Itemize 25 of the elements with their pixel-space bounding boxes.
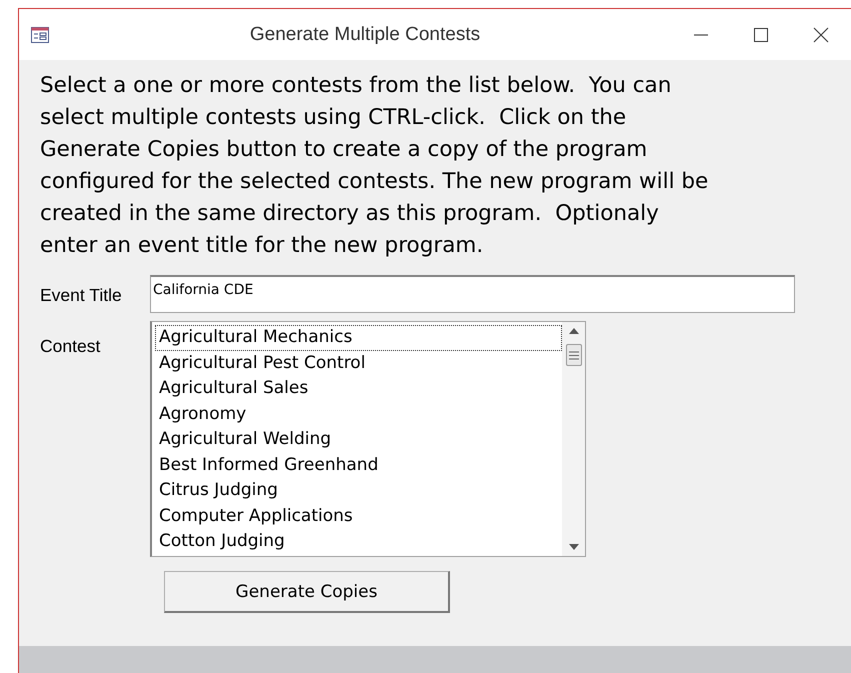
form-icon [31,26,49,42]
window-title: Generate Multiple Contests [248,24,482,46]
list-item[interactable]: Agricultural Welding [155,427,562,452]
event-title-field[interactable]: California CDE [150,275,795,313]
maximize-icon [753,26,769,42]
scroll-up-icon[interactable] [568,328,578,334]
event-title-label: Event Title [40,284,123,307]
grip-icon [568,350,578,360]
contest-list[interactable]: Agricultural Mechanics Agricultural Pest Control Agricultural Sales Agronomy Agricultural Welding Best Informed Greenhand Citrus Judging Computer Applications Cotton Judging [150,321,586,557]
list-item[interactable]: Cotton Judging [155,529,562,554]
scroll-down-icon[interactable] [568,544,578,550]
list-item[interactable]: Best Informed Greenhand [155,452,562,478]
close-icon [813,26,829,42]
contest-label: Contest [40,335,102,358]
scrollbar[interactable] [562,322,585,556]
scroll-thumb[interactable] [566,344,582,366]
list-item[interactable]: Computer Applications [155,504,562,529]
list-item[interactable]: Citrus Judging [155,478,562,504]
list-item[interactable]: Agronomy [155,402,562,427]
generate-copies-button[interactable]: Generate Copies [164,571,450,613]
list-item[interactable]: Agricultural Sales [155,376,562,402]
list-item[interactable]: Agricultural Mechanics [155,325,562,350]
list-item[interactable]: Agricultural Pest Control [155,350,562,376]
minimize-icon [693,34,709,36]
instructions-text: Select a one or more contests from the list below. You can select multiple contests using CTRL-click. Click on the Generate Copies button to create a copy of the program configured for the selected contests. The new program will be created in the same directory as this program. Optionaly enter an event title for the new program. [40,72,710,260]
